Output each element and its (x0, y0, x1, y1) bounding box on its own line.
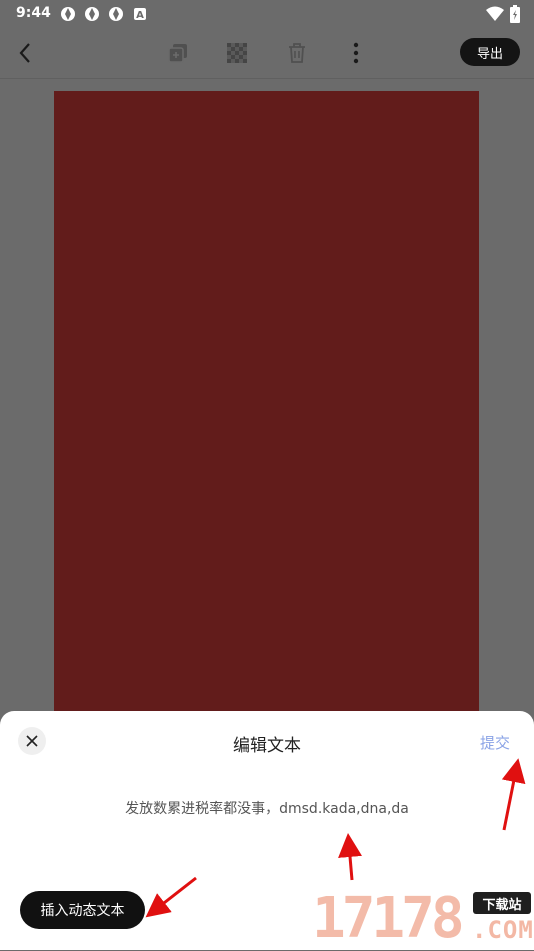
status-bar: 9:44 A (0, 0, 534, 28)
watermark-domain: .COM (472, 916, 534, 944)
design-canvas[interactable] (54, 91, 479, 731)
duplicate-button[interactable] (163, 38, 193, 68)
text-content-input[interactable]: 发放数累进税率都没事，dmsd.kada,dna,da (0, 798, 534, 818)
more-icon (353, 42, 359, 64)
svg-text:A: A (136, 10, 144, 21)
status-time: 9:44 (16, 5, 51, 21)
transparency-button[interactable] (222, 38, 252, 68)
app-notification-icon (61, 7, 75, 21)
insert-dynamic-text-button[interactable]: 插入动态文本 (20, 891, 145, 929)
sheet-title: 编辑文本 (233, 736, 301, 756)
duplicate-icon (168, 44, 187, 63)
watermark-digits: 17178 (312, 886, 465, 951)
transparency-icon (227, 43, 247, 63)
system-status-icons (486, 5, 520, 23)
notification-icons: A (60, 6, 148, 22)
text-notification-icon: A (134, 8, 146, 21)
chevron-left-icon (19, 43, 30, 63)
watermark-badge: 下载站 (473, 892, 531, 914)
delete-button[interactable] (282, 38, 312, 68)
wifi-icon (486, 6, 504, 21)
export-button[interactable]: 导出 (460, 38, 520, 66)
back-button[interactable] (10, 38, 40, 68)
more-button[interactable] (341, 38, 371, 68)
delete-icon (289, 43, 305, 63)
app-notification-icon (85, 7, 99, 21)
submit-button[interactable]: 提交 (480, 732, 510, 753)
app-notification-icon (109, 7, 123, 21)
site-watermark: 17178 下载站 .COM (312, 888, 534, 950)
top-toolbar: 导出 (0, 28, 534, 79)
battery-icon (510, 5, 520, 23)
